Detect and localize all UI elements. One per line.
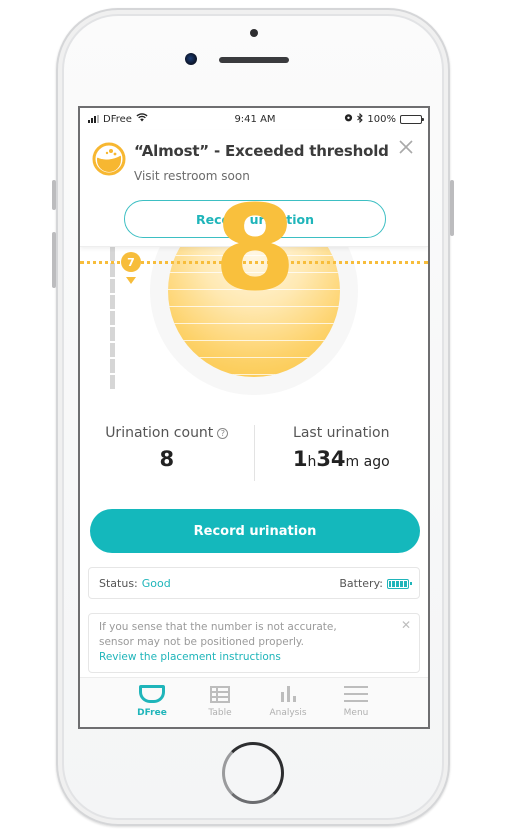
last-urination-stat: Last urination 1h34m ago bbox=[255, 425, 429, 499]
last-minutes: 34 bbox=[316, 447, 346, 471]
earpiece-speaker bbox=[219, 57, 289, 63]
info-close-icon[interactable]: ✕ bbox=[401, 618, 411, 633]
table-icon bbox=[210, 685, 230, 703]
wifi-icon bbox=[136, 113, 148, 125]
minutes-unit: m ago bbox=[345, 454, 390, 470]
last-urination-label: Last urination bbox=[293, 425, 390, 441]
hamburger-menu-icon bbox=[344, 686, 368, 702]
home-button[interactable] bbox=[222, 742, 284, 804]
tab-table[interactable]: Table bbox=[195, 684, 245, 727]
info-line-2: sensor may not be positioned properly. bbox=[99, 636, 304, 648]
info-line-1: If you sense that the number is not accu… bbox=[99, 621, 337, 633]
tab-menu[interactable]: Menu bbox=[331, 684, 381, 727]
status-value: Good bbox=[141, 576, 171, 590]
battery-label: Battery: bbox=[339, 576, 383, 590]
urination-count-label: Urination count bbox=[105, 425, 214, 441]
help-icon[interactable]: ? bbox=[217, 427, 229, 439]
volume-buttons bbox=[52, 232, 56, 288]
placement-info-card: If you sense that the number is not accu… bbox=[88, 613, 420, 673]
mute-switch bbox=[52, 180, 56, 210]
app-screen: DFree 9:41 AM 100% “Almost” - Exceeded t… bbox=[78, 106, 430, 729]
tab-analysis[interactable]: Analysis bbox=[263, 684, 313, 727]
alarm-icon bbox=[344, 113, 353, 125]
dfree-device-icon bbox=[139, 685, 165, 703]
record-urination-button[interactable]: Record urination bbox=[90, 509, 420, 553]
tab-label: Analysis bbox=[269, 708, 307, 718]
urination-count-value: 8 bbox=[159, 447, 175, 471]
status-label: Status: bbox=[99, 576, 138, 590]
battery-icon bbox=[399, 114, 424, 124]
status-bar: DFree 9:41 AM 100% bbox=[80, 108, 428, 130]
urination-count-stat: Urination count ? 8 bbox=[80, 425, 254, 499]
signal-icon bbox=[88, 115, 99, 123]
device-battery-icon bbox=[387, 578, 412, 589]
hours-unit: h bbox=[307, 454, 317, 470]
tab-label: DFree bbox=[137, 708, 167, 718]
front-camera bbox=[185, 53, 197, 65]
bluetooth-icon bbox=[357, 112, 364, 126]
carrier-name: DFree bbox=[103, 113, 132, 125]
bar-chart-icon bbox=[280, 686, 296, 702]
tab-label: Table bbox=[208, 708, 232, 718]
close-icon[interactable] bbox=[398, 138, 414, 158]
battery-percent: 100% bbox=[367, 113, 396, 125]
tab-label: Menu bbox=[343, 708, 369, 718]
bladder-gauge: 7 8 bbox=[80, 187, 428, 425]
urination-stats: Urination count ? 8 Last urination 1h34m… bbox=[80, 425, 428, 499]
placement-instructions-link[interactable]: Review the placement instructions bbox=[99, 650, 409, 665]
tab-dfree[interactable]: DFree bbox=[127, 684, 177, 727]
bladder-level-icon bbox=[92, 142, 126, 176]
gauge-level-number: 8 bbox=[213, 179, 296, 317]
power-button bbox=[450, 180, 454, 236]
proximity-sensor bbox=[250, 29, 258, 37]
device-status-row: Status: Good Battery: bbox=[88, 567, 420, 599]
tab-bar: DFree Table Analysis Menu bbox=[80, 677, 428, 727]
clock: 9:41 AM bbox=[234, 113, 276, 125]
last-hours: 1 bbox=[292, 447, 308, 471]
last-urination-value: 1h34m ago bbox=[255, 447, 429, 471]
notification-title: “Almost” - Exceeded threshold bbox=[134, 142, 389, 160]
threshold-badge: 7 bbox=[121, 252, 141, 272]
